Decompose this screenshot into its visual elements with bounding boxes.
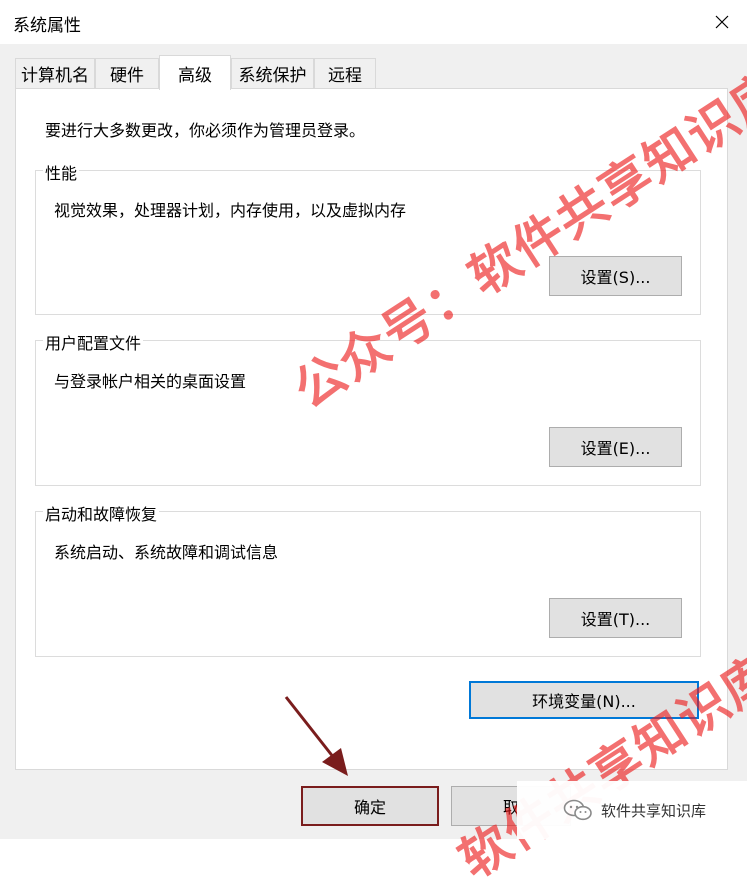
badge-text: 软件共享知识库 [601, 801, 707, 820]
user-profiles-title: 用户配置文件 [43, 330, 144, 354]
startup-recovery-group: 启动和故障恢复 系统启动、系统故障和调试信息 设置(T)... [35, 501, 701, 657]
performance-group: 性能 视觉效果，处理器计划，内存使用，以及虚拟内存 设置(S)... [35, 160, 701, 315]
title-bar: 系统属性 [0, 0, 747, 44]
user-profiles-description: 与登录帐户相关的桌面设置 [54, 372, 247, 391]
tab-advanced[interactable]: 高级 [159, 55, 231, 90]
user-profiles-group: 用户配置文件 与登录帐户相关的桌面设置 设置(E)... [35, 330, 701, 486]
performance-title: 性能 [43, 160, 80, 184]
tab-hardware[interactable]: 硬件 [95, 58, 159, 88]
tab-computer-name[interactable]: 计算机名 [15, 58, 95, 88]
startup-recovery-settings-button[interactable]: 设置(T)... [549, 598, 682, 638]
user-profiles-settings-button[interactable]: 设置(E)... [549, 427, 682, 467]
close-button[interactable] [700, 3, 744, 41]
close-icon [715, 15, 729, 29]
admin-note: 要进行大多数更改，你必须作为管理员登录。 [45, 121, 366, 140]
performance-settings-button[interactable]: 设置(S)... [549, 256, 682, 296]
tab-system-protection[interactable]: 系统保护 [231, 58, 314, 88]
environment-variables-button[interactable]: 环境变量(N)... [469, 681, 699, 719]
ok-button[interactable]: 确定 [301, 786, 439, 826]
wechat-icon [563, 799, 592, 821]
performance-description: 视觉效果，处理器计划，内存使用，以及虚拟内存 [54, 201, 407, 220]
tab-remote[interactable]: 远程 [314, 58, 376, 88]
wechat-badge: 软件共享知识库 [517, 781, 747, 839]
startup-recovery-description: 系统启动、系统故障和调试信息 [54, 543, 279, 562]
advanced-tab-panel: 要进行大多数更改，你必须作为管理员登录。 性能 视觉效果，处理器计划，内存使用，… [15, 88, 728, 770]
window-title: 系统属性 [13, 16, 81, 36]
startup-recovery-title: 启动和故障恢复 [43, 501, 160, 525]
